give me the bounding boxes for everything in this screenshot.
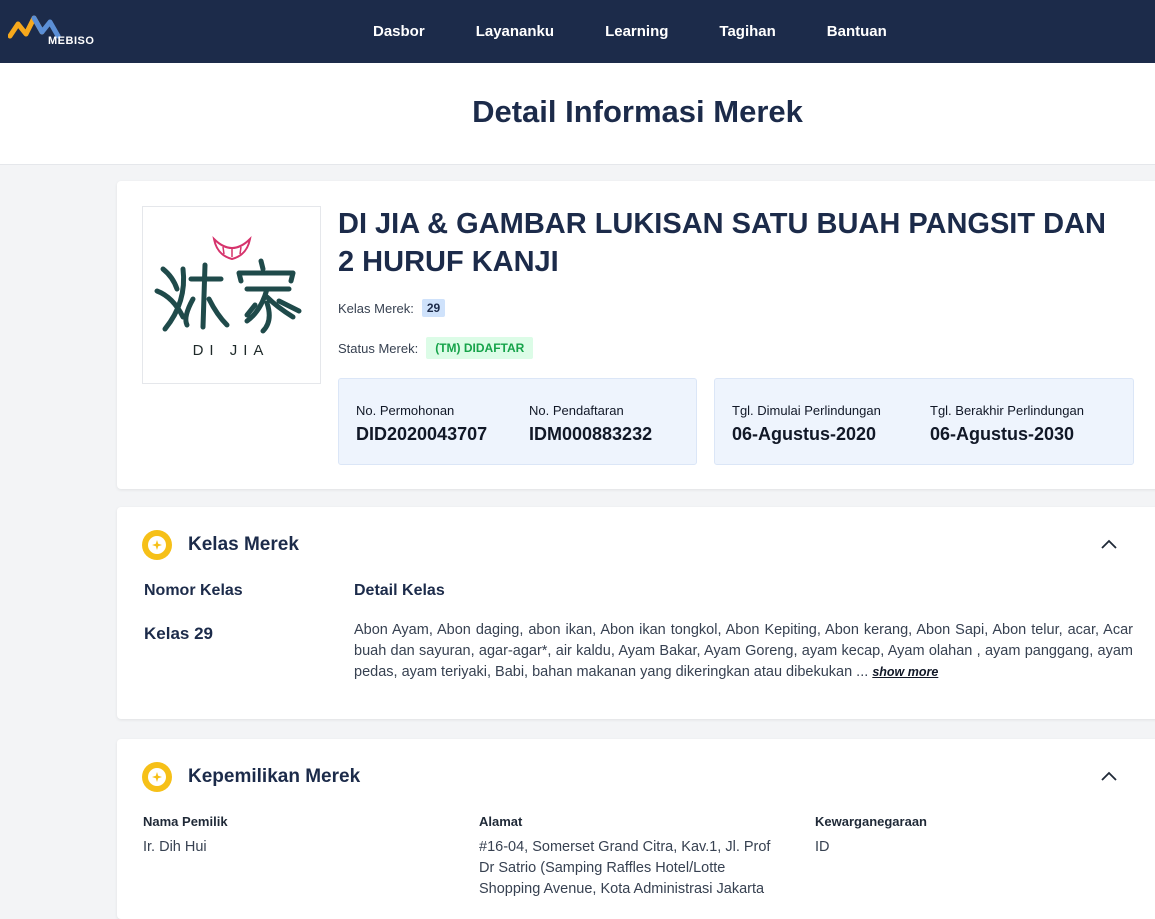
ownership-section-card: Kepemilikan Merek Nama Pemilik Ir. Dih H…: [117, 739, 1155, 919]
brand-name: DI JIA & GAMBAR LUKISAN SATU BUAH PANGSI…: [338, 208, 1106, 278]
status-label: Status Merek:: [338, 340, 419, 356]
application-number-label: No. Permohonan: [356, 403, 455, 418]
show-more-link[interactable]: show more: [872, 665, 938, 679]
citizenship-value: ID: [815, 839, 830, 855]
registration-number-label: No. Pendaftaran: [529, 403, 624, 418]
dumpling-kanji-logo-icon: DI JIA: [154, 236, 302, 359]
class-detail-header: Detail Kelas: [354, 582, 445, 599]
nav-item-learning[interactable]: Learning: [605, 23, 668, 40]
class-section-card: Kelas Merek Nomor Kelas Detail Kelas Kel…: [117, 507, 1155, 719]
address-value: #16-04, Somerset Grand Citra, Kav.1, Jl.…: [479, 839, 771, 897]
application-number-block: No. Permohonan DID2020043707: [356, 403, 487, 445]
nav-item-tagihan[interactable]: Tagihan: [719, 23, 775, 40]
registration-number-block: No. Pendaftaran IDM000883232: [529, 403, 652, 445]
class-badge: 29: [421, 299, 446, 317]
class-detail-body: Abon Ayam, Abon daging, abon ikan, Abon …: [354, 622, 1133, 680]
main-nav: Dasbor Layananku Learning Tagihan Bantua…: [373, 0, 938, 63]
protection-end-value: 06-Agustus-2030: [930, 424, 1075, 444]
ownership-section-header[interactable]: Kepemilikan Merek: [142, 762, 360, 792]
class-number-value: Kelas 29: [144, 624, 213, 643]
logo-text: MEBISO: [48, 35, 95, 47]
gold-coin-icon: [142, 530, 172, 560]
nav-item-dasbor[interactable]: Dasbor: [373, 23, 425, 40]
registration-info-box: No. Permohonan DID2020043707 No. Pendaft…: [338, 378, 697, 465]
registration-number-value: IDM000883232: [529, 424, 653, 444]
class-section-title: Kelas Merek: [188, 534, 299, 555]
nav-item-bantuan[interactable]: Bantuan: [827, 23, 887, 40]
gold-coin-icon: [142, 762, 172, 792]
logo-caption-text: DI JIA: [193, 342, 270, 359]
protection-info-box: Tgl. Dimulai Perlindungan 06-Agustus-202…: [714, 378, 1134, 465]
class-row: Kelas Merek: 29: [338, 299, 446, 317]
protection-start-label: Tgl. Dimulai Perlindungan: [732, 403, 881, 418]
chevron-up-icon[interactable]: [1101, 771, 1117, 781]
protection-start-block: Tgl. Dimulai Perlindungan 06-Agustus-202…: [732, 403, 881, 445]
chevron-up-icon[interactable]: [1101, 539, 1117, 549]
citizenship-label: Kewarganegaraan: [815, 814, 927, 829]
protection-start-value: 06-Agustus-2020: [732, 424, 877, 444]
class-number-header: Nomor Kelas: [144, 582, 243, 599]
nav-item-layananku[interactable]: Layananku: [476, 23, 554, 40]
owner-name-label: Nama Pemilik: [143, 814, 228, 829]
ownership-section-title: Kepemilikan Merek: [188, 766, 361, 787]
top-navbar: MEBISO Dasbor Layananku Learning Tagihan…: [0, 0, 1155, 63]
application-number-value: DID2020043707: [356, 424, 488, 444]
owner-name-value: Ir. Dih Hui: [143, 839, 207, 855]
address-label: Alamat: [479, 814, 523, 829]
page-title: Detail Informasi Merek: [472, 94, 803, 129]
page-header: Detail Informasi Merek: [0, 63, 1155, 165]
class-label: Kelas Merek:: [338, 300, 414, 316]
mebiso-logo[interactable]: MEBISO: [8, 14, 118, 48]
status-badge: (TM) DIDAFTAR: [426, 337, 534, 359]
class-detail-text: Abon Ayam, Abon daging, abon ikan, Abon …: [354, 620, 1133, 683]
class-section-header[interactable]: Kelas Merek: [142, 530, 299, 560]
brand-summary-card: DI JIA DI JIA & GAMBAR LUKISAN SATU BUAH…: [117, 181, 1155, 489]
protection-end-block: Tgl. Berakhir Perlindungan 06-Agustus-20…: [930, 403, 1084, 445]
brand-logo-image: DI JIA: [142, 206, 321, 384]
protection-end-label: Tgl. Berakhir Perlindungan: [930, 403, 1084, 418]
status-row: Status Merek: (TM) DIDAFTAR: [338, 337, 534, 359]
